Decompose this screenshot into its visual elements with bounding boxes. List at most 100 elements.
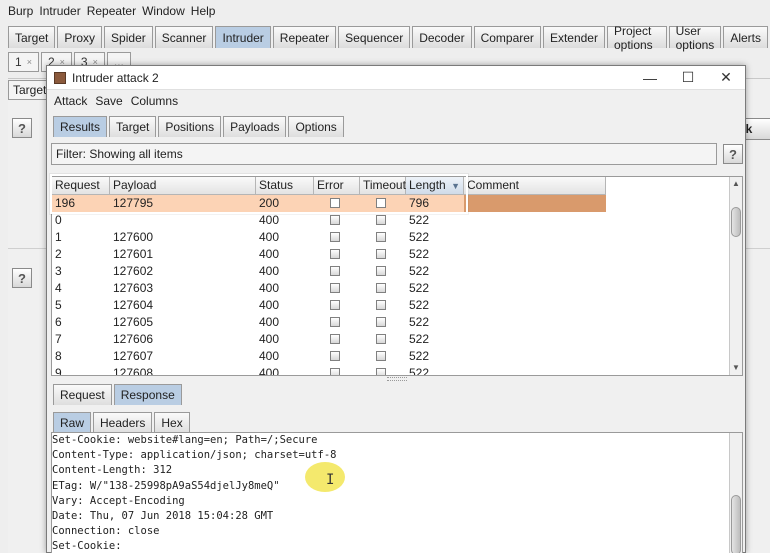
menu-window[interactable]: Window bbox=[142, 4, 185, 18]
response-line: Set-Cookie: website#lang=en; Path=/;Secu… bbox=[52, 434, 318, 446]
attack-subtab[interactable]: 1 × bbox=[8, 52, 39, 72]
column-header-comment[interactable]: Comment bbox=[464, 177, 606, 195]
cell-timeout bbox=[360, 195, 406, 212]
table-row[interactable]: 7 127606 400 522 bbox=[52, 331, 742, 348]
view-mode-tabs: Raw Headers Hex bbox=[53, 412, 192, 434]
tab-proxy[interactable]: Proxy bbox=[57, 26, 103, 48]
column-header-payload[interactable]: Payload bbox=[110, 177, 256, 195]
minimize-icon[interactable]: — bbox=[631, 66, 669, 90]
tab-sequencer[interactable]: Sequencer bbox=[338, 26, 411, 48]
cell-status: 400 bbox=[259, 264, 280, 278]
tab-response[interactable]: Response bbox=[113, 384, 182, 405]
close-icon[interactable]: ✕ bbox=[707, 66, 745, 90]
tab-decoder[interactable]: Decoder bbox=[412, 26, 472, 48]
filter-bar[interactable]: Filter: Showing all items bbox=[51, 143, 717, 165]
timeout-checkbox bbox=[376, 350, 386, 361]
results-scrollbar[interactable]: ▲ ▼ bbox=[729, 177, 742, 375]
maximize-icon[interactable]: ☐ bbox=[669, 66, 707, 90]
tab-repeater[interactable]: Repeater bbox=[272, 26, 337, 48]
cell-length: 522 bbox=[409, 349, 430, 363]
cell-payload: 127602 bbox=[113, 264, 154, 278]
menu-columns[interactable]: Columns bbox=[131, 94, 178, 108]
cell-payload: 127795 bbox=[110, 195, 256, 212]
cell-comment bbox=[464, 331, 606, 348]
cell-request: 6 bbox=[55, 315, 62, 329]
tab-spider[interactable]: Spider bbox=[104, 26, 153, 48]
column-header-request[interactable]: Request bbox=[52, 177, 110, 195]
response-raw-view[interactable]: Set-Cookie: website#lang=en; Path=/;Secu… bbox=[51, 432, 743, 553]
tab-hex[interactable]: Hex bbox=[154, 412, 190, 433]
scroll-thumb[interactable] bbox=[731, 495, 741, 553]
table-row[interactable]: 0 400 522 bbox=[52, 212, 742, 229]
timeout-checkbox bbox=[376, 248, 386, 259]
tab-payloads[interactable]: Payloads bbox=[223, 116, 287, 137]
cell-comment bbox=[464, 280, 606, 297]
help-icon[interactable]: ? bbox=[12, 268, 32, 288]
table-row[interactable]: 4 127603 400 522 bbox=[52, 280, 742, 297]
menu-repeater[interactable]: Repeater bbox=[87, 4, 136, 18]
tab-target[interactable]: Target bbox=[8, 26, 56, 48]
cell-timeout bbox=[360, 314, 406, 331]
attack-tabs: Results Target Positions Payloads Options bbox=[53, 116, 346, 138]
tab-positions[interactable]: Positions bbox=[158, 116, 222, 137]
attack-window-menu: Attack Save Columns bbox=[47, 90, 745, 112]
menu-help[interactable]: Help bbox=[191, 4, 216, 18]
tab-target[interactable]: Target bbox=[109, 116, 157, 137]
cell-status: 400 bbox=[259, 332, 280, 346]
tab-options[interactable]: Options bbox=[288, 116, 344, 137]
split-pane-divider[interactable] bbox=[387, 377, 407, 381]
scroll-thumb[interactable] bbox=[731, 207, 741, 237]
cell-status: 400 bbox=[259, 298, 280, 312]
window-titlebar[interactable]: Intruder attack 2 — ☐ ✕ bbox=[47, 66, 745, 90]
cell-error bbox=[314, 297, 360, 314]
tab-intruder[interactable]: Intruder bbox=[215, 26, 271, 48]
table-row[interactable]: 196 127795 200 796 bbox=[52, 195, 742, 212]
table-row[interactable]: 2 127601 400 522 bbox=[52, 246, 742, 263]
tab-results[interactable]: Results bbox=[53, 116, 108, 137]
table-row[interactable]: 9 127608 400 522 bbox=[52, 365, 742, 375]
menu-attack[interactable]: Attack bbox=[54, 94, 87, 108]
tab-alerts[interactable]: Alerts bbox=[723, 26, 768, 48]
main-menubar: Burp Intruder Repeater Window Help bbox=[0, 0, 770, 22]
cell-error bbox=[314, 263, 360, 280]
tab-raw[interactable]: Raw bbox=[53, 412, 92, 433]
cell-status: 400 bbox=[259, 315, 280, 329]
subtab-label: 1 bbox=[15, 55, 22, 69]
table-row[interactable]: 1 127600 400 522 bbox=[52, 229, 742, 246]
menu-burp[interactable]: Burp bbox=[8, 4, 33, 18]
menu-intruder[interactable]: Intruder bbox=[39, 4, 80, 18]
help-icon[interactable]: ? bbox=[723, 144, 743, 164]
tab-comparer[interactable]: Comparer bbox=[473, 26, 541, 48]
scroll-up-icon[interactable]: ▲ bbox=[730, 177, 742, 191]
close-icon[interactable]: × bbox=[27, 57, 32, 67]
tab-user-options[interactable]: User options bbox=[668, 24, 722, 52]
response-scrollbar[interactable] bbox=[729, 433, 742, 553]
tab-headers[interactable]: Headers bbox=[93, 412, 153, 433]
table-row[interactable]: 5 127604 400 522 bbox=[52, 297, 742, 314]
table-row[interactable]: 8 127607 400 522 bbox=[52, 348, 742, 365]
cell-timeout bbox=[360, 212, 406, 229]
column-header-status[interactable]: Status bbox=[256, 177, 314, 195]
cell-error bbox=[314, 212, 360, 229]
cell-length: 522 bbox=[409, 264, 430, 278]
table-row[interactable]: 3 127602 400 522 bbox=[52, 263, 742, 280]
cell-length: 522 bbox=[409, 213, 430, 227]
timeout-checkbox bbox=[376, 367, 386, 375]
tab-scanner[interactable]: Scanner bbox=[154, 26, 214, 48]
tab-request[interactable]: Request bbox=[53, 384, 112, 405]
column-header-timeout[interactable]: Timeout bbox=[360, 177, 406, 195]
error-checkbox bbox=[330, 265, 340, 276]
main-tabbar: Target Proxy Spider Scanner Intruder Repeater… bbox=[0, 24, 770, 52]
tab-extender[interactable]: Extender bbox=[542, 26, 605, 48]
timeout-checkbox bbox=[376, 282, 386, 293]
table-row[interactable]: 6 127605 400 522 bbox=[52, 314, 742, 331]
menu-save[interactable]: Save bbox=[95, 94, 122, 108]
tab-project-options[interactable]: Project options bbox=[606, 24, 667, 52]
scroll-down-icon[interactable]: ▼ bbox=[730, 361, 742, 375]
burp-app-icon bbox=[54, 71, 66, 84]
cell-timeout bbox=[360, 229, 406, 246]
column-header-error[interactable]: Error bbox=[314, 177, 360, 195]
column-header-length[interactable]: Length ▼ bbox=[406, 177, 464, 195]
help-icon[interactable]: ? bbox=[12, 118, 32, 138]
cell-request: 0 bbox=[55, 213, 62, 227]
